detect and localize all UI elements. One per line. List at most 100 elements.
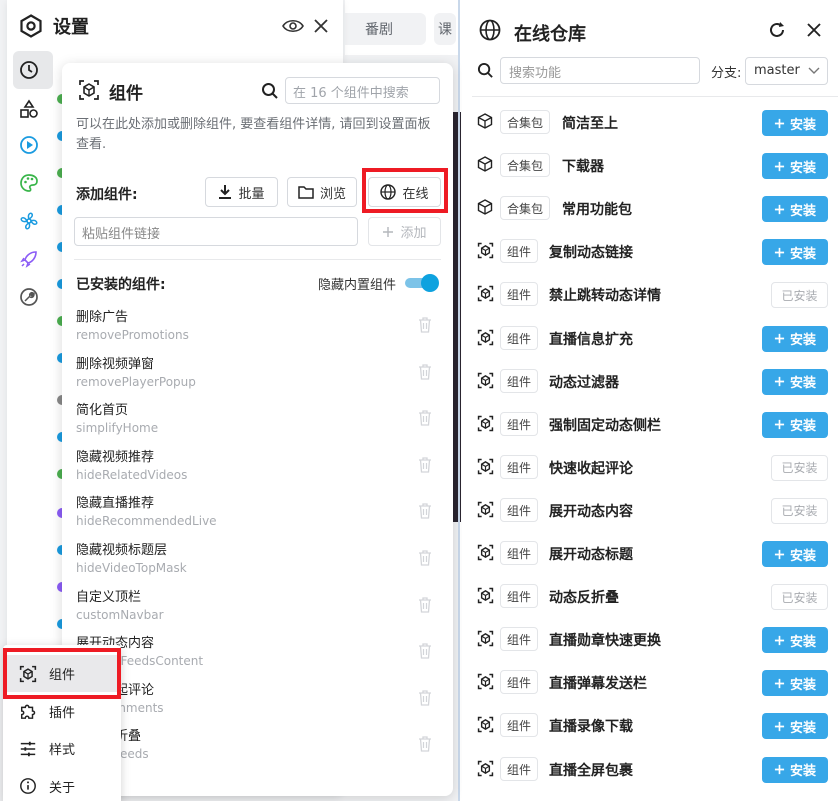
install-button[interactable]: 安装 [762, 196, 828, 223]
add-link-button[interactable]: 添加 [368, 217, 441, 246]
item-name: 强制固定动态侧栏 [549, 417, 661, 434]
eye-icon[interactable] [281, 14, 305, 38]
globe-icon [479, 19, 501, 41]
install-button[interactable]: 安装 [762, 713, 828, 740]
component-link-input[interactable]: 粘贴组件链接 [74, 217, 358, 246]
install-button[interactable]: 安装 [762, 411, 828, 438]
menu-item-about[interactable]: 关于 [3, 768, 121, 801]
palette-icon[interactable] [17, 171, 41, 195]
close-icon[interactable] [806, 22, 822, 38]
install-button[interactable]: 安装 [762, 325, 828, 352]
sliders-icon [19, 740, 37, 758]
trash-icon[interactable] [418, 736, 434, 754]
upload-icon [774, 161, 785, 172]
online-item-row: 组件 直播全屏包裹 安装 [472, 747, 838, 790]
install-button[interactable]: 安装 [762, 541, 828, 567]
wrench-circle-icon[interactable] [17, 285, 41, 309]
menu-item-label: 组件 [49, 668, 76, 683]
browse-button-label: 浏览 [319, 186, 346, 202]
clock-icon[interactable] [17, 58, 41, 82]
background-tab-anime[interactable]: 番剧 [332, 13, 426, 45]
installed-component-item[interactable]: 删除视频弹窗 removePlayerPopup [76, 356, 436, 396]
online-button-label: 在线 [402, 186, 429, 202]
close-icon[interactable] [309, 14, 333, 38]
installed-component-item[interactable]: 展开动态内容 expandFeedsContent [76, 635, 436, 675]
package-icon [477, 113, 495, 131]
fan-icon[interactable] [17, 209, 41, 233]
online-item-row: 组件 动态反折叠 已安装 [472, 574, 838, 617]
installed-component-item[interactable]: 删除广告 removePromotions [76, 309, 436, 349]
install-button-label: 安装 [789, 677, 816, 693]
item-name: 直播勋章快速更换 [549, 633, 661, 650]
installed-component-item[interactable]: 快速收起评论foldComments [76, 682, 436, 722]
install-button[interactable]: 安装 [762, 368, 828, 395]
online-search-input[interactable]: 搜索功能 [500, 57, 700, 84]
item-type-badge: 组件 [500, 368, 539, 393]
trash-icon[interactable] [418, 363, 434, 382]
upload-icon [774, 721, 785, 732]
trash-icon[interactable] [418, 503, 434, 521]
item-type-badge: 组件 [500, 756, 539, 781]
shapes-icon[interactable] [17, 97, 41, 121]
installed-component-id: hideVideoTopMask [76, 561, 187, 575]
refresh-icon[interactable] [767, 20, 787, 40]
installed-component-id: foldComments [76, 700, 436, 716]
menu-item-label: 样式 [49, 743, 76, 758]
installed-component-item[interactable]: 隐藏视频推荐 hideRelatedVideos [76, 449, 436, 489]
item-name: 下载器 [562, 159, 604, 176]
browse-button[interactable]: 浏览 [287, 177, 357, 207]
trash-icon[interactable] [418, 410, 434, 428]
installed-component-item[interactable]: 隐藏视频标题层 hideVideoTopMask [76, 542, 436, 582]
component-description: 可以在此处添加或删除组件, 要查看组件详情, 请回到设置面板查看. [76, 117, 431, 152]
online-button[interactable]: 在线 [368, 177, 441, 207]
hide-builtin-label: 隐藏内置组件 [318, 278, 397, 293]
trash-icon[interactable] [418, 317, 434, 335]
item-name: 直播弹幕发送栏 [549, 676, 647, 693]
trash-icon[interactable] [418, 690, 434, 708]
online-item-row: 组件 强制固定动态侧栏 安装 [472, 402, 838, 445]
install-button[interactable]: 安装 [762, 239, 828, 266]
branch-select[interactable]: master [745, 57, 828, 85]
component-icon [477, 501, 495, 519]
installed-component-id: expandFeedsContent [76, 654, 204, 669]
menu-item-component[interactable]: 组件 [3, 655, 121, 692]
trash-icon[interactable] [418, 596, 434, 615]
install-button[interactable]: 安装 [762, 670, 828, 697]
installed-component-item[interactable]: 简化首页 simplifyHome [76, 402, 436, 442]
menu-item-plugin[interactable]: 插件 [3, 693, 121, 730]
add-link-button-label: 添加 [400, 226, 427, 241]
component-icon [477, 242, 495, 260]
item-name: 常用功能包 [562, 202, 632, 219]
installed-component-item[interactable]: 隐藏直播推荐 hideRecommendedLive [76, 495, 436, 535]
install-button[interactable]: 安装 [762, 756, 828, 783]
search-icon[interactable] [261, 82, 279, 100]
rocket-icon[interactable] [17, 247, 41, 271]
trash-icon[interactable] [418, 550, 434, 568]
install-button[interactable]: 安装 [762, 153, 828, 180]
item-name: 简洁至上 [562, 116, 618, 132]
installed-component-item[interactable]: 自定义顶栏 customNavbar [76, 589, 436, 629]
batch-button[interactable]: 批量 [205, 177, 278, 207]
installed-component-item[interactable]: 动态反折叠unfoldFeeds [76, 728, 436, 768]
installed-component-id: hideRelatedVideos [76, 467, 188, 482]
trash-icon[interactable] [418, 643, 434, 661]
install-button-label: 安装 [789, 160, 816, 176]
install-button[interactable]: 安装 [762, 110, 828, 136]
download-icon [218, 184, 232, 200]
component-icon [19, 665, 37, 683]
puzzle-icon [19, 702, 37, 720]
component-search-input[interactable]: 在 16 个组件中搜索 [285, 77, 440, 104]
trash-icon[interactable] [418, 457, 434, 475]
installed-button: 已安装 [771, 584, 828, 611]
menu-item-style[interactable]: 样式 [3, 730, 121, 767]
online-item-row: 组件 展开动态标题 安装 [472, 531, 838, 574]
hide-builtin-toggle[interactable] [405, 274, 439, 292]
search-icon[interactable] [477, 62, 494, 79]
batch-button-label: 批量 [238, 186, 265, 202]
item-name: 直播全屏包裹 [549, 762, 633, 779]
install-button[interactable]: 安装 [762, 627, 828, 654]
play-circle-icon[interactable] [17, 133, 41, 157]
online-item-row: 组件 直播信息扩充 安装 [472, 316, 838, 359]
online-item-row: 组件 展开动态内容 已安装 [472, 488, 838, 531]
background-tab[interactable]: 课 [434, 13, 456, 45]
